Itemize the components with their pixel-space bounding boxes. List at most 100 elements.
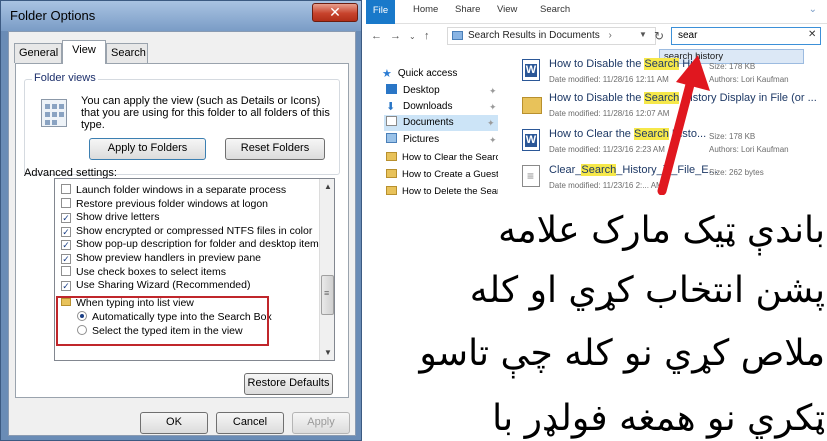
folder-views-group: Folder views You can apply the view (suc… [24, 72, 340, 175]
nav-desktop[interactable]: Desktop ✦ [386, 83, 498, 99]
nav-quick-access[interactable]: ★ Quick access [382, 66, 457, 82]
up-icon[interactable]: ↑ [424, 30, 430, 42]
ribbon-expand-icon[interactable]: ⌄ [809, 4, 817, 15]
caption-line: ملاص کړي نو کله چې تاسو [419, 333, 825, 374]
advanced-item-label: Show drive letters [76, 211, 160, 223]
search-term-highlight: Search [581, 164, 617, 176]
advanced-item-label: Use check boxes to select items [76, 266, 226, 278]
folder-views-legend: Folder views [32, 72, 98, 84]
checkbox-unchecked [61, 266, 71, 276]
folder-views-description: You can apply the view (such as Details … [81, 95, 330, 131]
address-bar: ← → ⌄ ↑ Search Results in Documents › ▼ … [366, 26, 827, 48]
pin-icon: ✦ [489, 135, 497, 145]
ribbon-tabs: File Home Share View Search ⌄ [366, 0, 827, 24]
folder-icon [386, 152, 397, 161]
apply-button[interactable]: Apply [292, 412, 350, 434]
checkbox-unchecked [61, 184, 71, 194]
caption-line: ټکري نو همغه فولډر با [492, 398, 825, 439]
breadcrumb-chevron-icon: › [608, 30, 612, 41]
navigation-pane: ★ Quick access Desktop ✦ ⬇ Downloads ✦ Docum… [366, 52, 498, 203]
advanced-checkbox-row[interactable]: ✓ Show pop-up description for folder and … [61, 238, 324, 251]
recent-locations-icon[interactable]: ⌄ [409, 32, 416, 41]
dialog-title: Folder Options [10, 8, 96, 23]
ribbon-tab-view[interactable]: View [497, 4, 517, 15]
address-field[interactable]: Search Results in Documents › [447, 27, 656, 45]
checkbox-checked: ✓ [61, 227, 71, 237]
tab-view[interactable]: View [62, 40, 106, 64]
ribbon-tab-share[interactable]: Share [455, 4, 480, 15]
close-icon[interactable]: ✕ [312, 3, 358, 22]
location-icon [452, 31, 463, 40]
clear-search-icon[interactable]: ✕ [808, 29, 816, 40]
advanced-checkbox-row[interactable]: ✓ Show preview handlers in preview pane [61, 252, 261, 265]
scroll-thumb[interactable] [321, 275, 334, 315]
advanced-item-label: Use Sharing Wizard (Recommended) [76, 279, 251, 291]
advanced-checkbox-row[interactable]: Use check boxes to select items [61, 266, 226, 279]
checkbox-checked: ✓ [61, 213, 71, 223]
checkbox-checked: ✓ [61, 281, 71, 291]
desktop-icon [386, 84, 397, 94]
pin-icon: ✦ [489, 102, 497, 112]
result-authors: Authors: Lori Kaufman [709, 145, 789, 154]
word-document-icon [522, 129, 540, 151]
tab-search[interactable]: Search [106, 43, 148, 63]
advanced-checkbox-row[interactable]: ✓ Show drive letters [61, 211, 159, 224]
annotation-arrow-icon [657, 55, 710, 195]
download-icon: ⬇ [386, 101, 396, 113]
advanced-checkbox-row[interactable]: ✓ Use Sharing Wizard (Recommended) [61, 279, 250, 292]
advanced-checkbox-row[interactable]: Launch folder windows in a separate proc… [61, 184, 286, 197]
ok-button[interactable]: OK [140, 412, 208, 434]
back-icon[interactable]: ← [371, 30, 382, 42]
reset-folders-button[interactable]: Reset Folders [225, 138, 325, 160]
nav-pictures[interactable]: Pictures ✦ [386, 132, 498, 148]
folder-view-icon [41, 99, 67, 127]
result-authors: Authors: Lori Kaufman [709, 75, 789, 84]
nav-documents[interactable]: Documents ✦ [384, 115, 498, 131]
forward-icon[interactable]: → [390, 30, 401, 42]
ribbon-tab-search[interactable]: Search [540, 4, 570, 15]
nav-subfolder[interactable]: How to Delete the Search [386, 183, 498, 200]
folder-icon [386, 186, 397, 195]
text-file-icon [522, 165, 540, 187]
address-dropdown-icon[interactable]: ▼ [639, 30, 647, 39]
checkbox-checked: ✓ [61, 254, 71, 264]
scroll-up-icon[interactable]: ▲ [324, 182, 332, 191]
checkbox-checked: ✓ [61, 240, 71, 250]
nav-subfolder[interactable]: How to Clear the Search [386, 149, 498, 166]
word-document-icon [522, 59, 540, 81]
cancel-button[interactable]: Cancel [216, 412, 284, 434]
checkbox-unchecked [61, 198, 71, 208]
scroll-down-icon[interactable]: ▼ [324, 348, 332, 357]
folder-options-dialog: Folder Options ✕ General View Search Fol… [0, 0, 362, 441]
pin-icon: ✦ [489, 86, 497, 96]
caption-overlay: باندې ټيک مارک علامه پشن انتخاب کړي او ک… [362, 203, 827, 441]
refresh-icon[interactable]: ↻ [654, 29, 664, 43]
advanced-checkbox-row[interactable]: Restore previous folder windows at logon [61, 198, 268, 211]
caption-line: باندې ټيک مارک علامه [498, 210, 825, 251]
pin-icon: ✦ [487, 118, 495, 128]
dialog-titlebar[interactable]: Folder Options ✕ [1, 1, 361, 31]
folder-icon [386, 169, 397, 178]
star-icon: ★ [382, 68, 392, 80]
ribbon-tab-file[interactable]: File [366, 0, 395, 24]
caption-line: پشن انتخاب کړي او کله [469, 270, 825, 311]
advanced-item-label: Show encrypted or compressed NTFS files … [76, 225, 313, 237]
advanced-item-label: Show pop-up description for folder and d… [76, 238, 325, 250]
folder-icon [522, 97, 542, 114]
restore-defaults-button[interactable]: Restore Defaults [244, 373, 333, 395]
search-input[interactable]: sear [671, 27, 821, 45]
nav-subfolder[interactable]: How to Create a Guest A [386, 166, 498, 183]
apply-to-folders-button[interactable]: Apply to Folders [89, 138, 206, 160]
ribbon-tab-home[interactable]: Home [413, 4, 438, 15]
advanced-item-label: Launch folder windows in a separate proc… [76, 184, 287, 196]
pictures-icon [386, 133, 397, 143]
annotation-highlight-box [56, 296, 269, 346]
tab-general[interactable]: General [14, 43, 62, 63]
advanced-scrollbar[interactable]: ▲ ▼ [319, 179, 334, 360]
documents-icon [386, 116, 397, 126]
advanced-checkbox-row[interactable]: ✓ Show encrypted or compressed NTFS files… [61, 225, 312, 238]
nav-downloads[interactable]: ⬇ Downloads ✦ [386, 99, 498, 115]
file-explorer-window: File Home Share View Search ⌄ ← → ⌄ ↑ Se… [366, 0, 827, 203]
advanced-item-label: Restore previous folder windows at logon [76, 198, 269, 210]
advanced-item-label: Show preview handlers in preview pane [76, 252, 262, 264]
